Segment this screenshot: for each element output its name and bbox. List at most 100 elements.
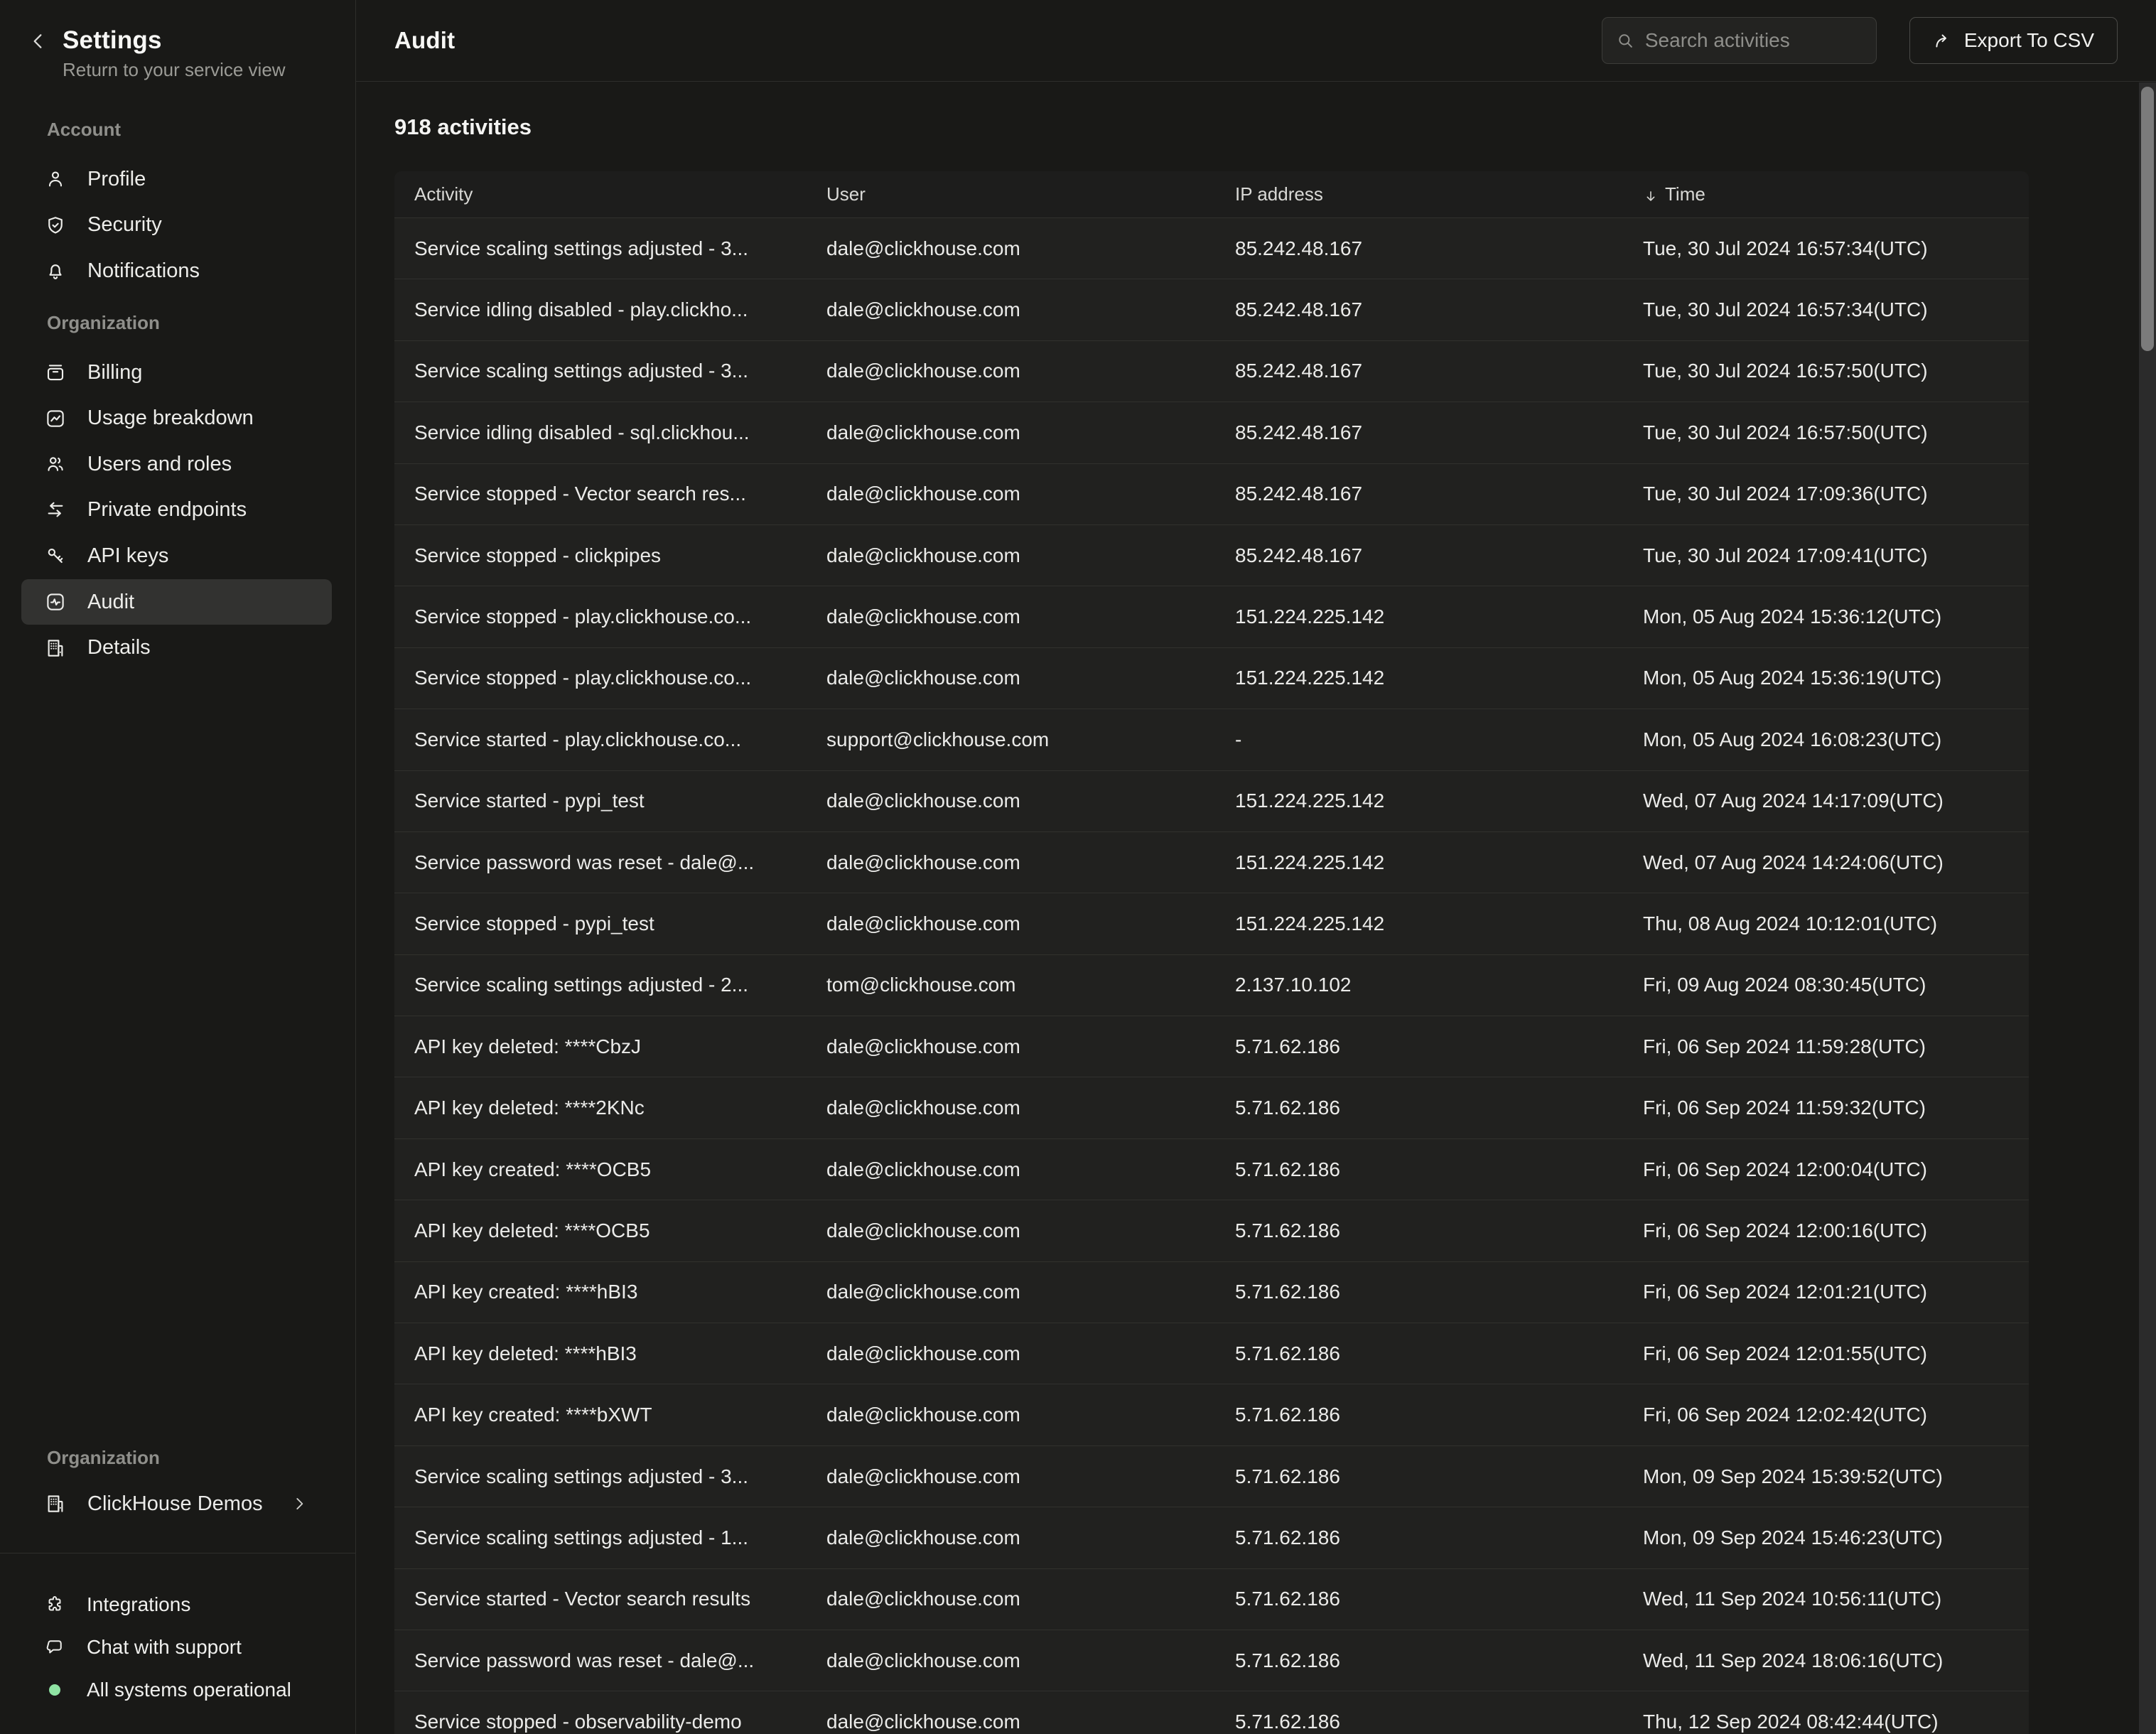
sidebar-item-private-endpoints[interactable]: Private endpoints: [21, 488, 332, 534]
search-box[interactable]: [1602, 17, 1877, 64]
sidebar-item-users-and-roles[interactable]: Users and roles: [21, 441, 332, 488]
column-header-time[interactable]: Time: [1623, 183, 2029, 205]
wallet-icon: [45, 362, 66, 383]
table-row: API key deleted: ****2KNcdale@clickhouse…: [394, 1077, 2029, 1138]
chart-icon: [45, 408, 66, 429]
cell-user: support@clickhouse.com: [807, 728, 1215, 751]
cell-ip-address: 5.71.62.186: [1215, 1404, 1623, 1426]
cell-time: Mon, 05 Aug 2024 15:36:19(UTC): [1623, 667, 2029, 689]
footer-item-integrations[interactable]: Integrations: [0, 1583, 355, 1626]
cell-activity: Service started - Vector search results: [394, 1588, 807, 1610]
puzzle-icon: [45, 1595, 65, 1615]
table-row: Service scaling settings adjusted - 3...…: [394, 1445, 2029, 1507]
sidebar-item-details[interactable]: Details: [21, 625, 332, 671]
cell-ip-address: 85.242.48.167: [1215, 298, 1623, 321]
column-header-ip-address[interactable]: IP address: [1215, 183, 1623, 205]
cell-activity: Service stopped - Vector search res...: [394, 483, 807, 505]
sidebar-section-organization: OrganizationBillingUsage breakdownUsers …: [0, 311, 355, 671]
cell-time: Thu, 12 Sep 2024 08:42:44(UTC): [1623, 1711, 2029, 1733]
cell-user: dale@clickhouse.com: [807, 851, 1215, 874]
search-input[interactable]: [1645, 29, 1863, 52]
cell-user: dale@clickhouse.com: [807, 1097, 1215, 1119]
cell-user: dale@clickhouse.com: [807, 1404, 1215, 1426]
cell-time: Mon, 09 Sep 2024 15:39:52(UTC): [1623, 1465, 2029, 1488]
table-row: Service password was reset - dale@...dal…: [394, 1630, 2029, 1691]
settings-subtitle[interactable]: Return to your service view: [63, 58, 286, 81]
cell-user: dale@clickhouse.com: [807, 1465, 1215, 1488]
footer-item-chat-with-support[interactable]: Chat with support: [0, 1626, 355, 1669]
column-header-label: User: [826, 183, 866, 205]
table-row: Service password was reset - dale@...dal…: [394, 831, 2029, 893]
table-row: API key deleted: ****OCB5dale@clickhouse…: [394, 1200, 2029, 1261]
topbar: Audit Export To CSV: [356, 0, 2156, 82]
column-header-user[interactable]: User: [807, 183, 1215, 205]
cell-activity: Service stopped - play.clickhouse.co...: [394, 605, 807, 628]
key-icon: [45, 545, 66, 566]
cell-activity: API key deleted: ****hBI3: [394, 1342, 807, 1365]
cell-user: dale@clickhouse.com: [807, 421, 1215, 444]
table-row: Service stopped - Vector search res...da…: [394, 463, 2029, 524]
main-area: Audit Export To CSV 918 activities Activ…: [356, 0, 2156, 1734]
cell-time: Tue, 30 Jul 2024 17:09:41(UTC): [1623, 544, 2029, 567]
back-chevron-icon[interactable]: [27, 30, 50, 53]
cell-user: dale@clickhouse.com: [807, 1588, 1215, 1610]
chat-icon: [45, 1637, 65, 1657]
content: 918 activities ActivityUserIP addressTim…: [356, 114, 2156, 1734]
sidebar-item-label: Security: [87, 213, 162, 237]
cell-time: Tue, 30 Jul 2024 16:57:50(UTC): [1623, 360, 2029, 382]
cell-time: Wed, 11 Sep 2024 10:56:11(UTC): [1623, 1588, 2029, 1610]
cell-time: Fri, 06 Sep 2024 12:02:42(UTC): [1623, 1404, 2029, 1426]
org-switcher[interactable]: ClickHouse Demos: [21, 1482, 332, 1525]
cell-activity: Service idling disabled - play.clickho..…: [394, 298, 807, 321]
sidebar-item-audit[interactable]: Audit: [21, 579, 332, 625]
table-row: Service idling disabled - play.clickho..…: [394, 279, 2029, 340]
cell-ip-address: 5.71.62.186: [1215, 1097, 1623, 1119]
cell-time: Wed, 07 Aug 2024 14:17:09(UTC): [1623, 790, 2029, 812]
section-label-account: Account: [47, 118, 355, 141]
cell-activity: Service stopped - pypi_test: [394, 912, 807, 935]
page-title: Audit: [394, 27, 455, 54]
org-name: ClickHouse Demos: [87, 1492, 263, 1516]
cell-user: dale@clickhouse.com: [807, 1035, 1215, 1058]
cell-time: Mon, 05 Aug 2024 15:36:12(UTC): [1623, 605, 2029, 628]
cell-ip-address: 5.71.62.186: [1215, 1158, 1623, 1181]
sidebar-item-api-keys[interactable]: API keys: [21, 533, 332, 579]
table-row: API key deleted: ****hBI3dale@clickhouse…: [394, 1323, 2029, 1384]
scrollbar-track[interactable]: [2139, 82, 2156, 1734]
cell-activity: API key created: ****OCB5: [394, 1158, 807, 1181]
cell-time: Tue, 30 Jul 2024 16:57:34(UTC): [1623, 298, 2029, 321]
table-row: Service stopped - pypi_testdale@clickhou…: [394, 893, 2029, 954]
footer-item-all-systems-operational[interactable]: All systems operational: [0, 1669, 355, 1711]
cell-user: dale@clickhouse.com: [807, 1342, 1215, 1365]
sidebar-item-usage-breakdown[interactable]: Usage breakdown: [21, 395, 332, 441]
sidebar-item-security[interactable]: Security: [21, 203, 332, 249]
cell-activity: Service password was reset - dale@...: [394, 851, 807, 874]
cell-time: Fri, 06 Sep 2024 12:01:55(UTC): [1623, 1342, 2029, 1365]
cell-ip-address: 5.71.62.186: [1215, 1649, 1623, 1672]
building-icon: [45, 1493, 66, 1514]
cell-activity: API key deleted: ****2KNc: [394, 1097, 807, 1119]
cell-time: Mon, 05 Aug 2024 16:08:23(UTC): [1623, 728, 2029, 751]
org-switcher-label: Organization: [47, 1446, 160, 1469]
footer-item-label: Chat with support: [87, 1636, 242, 1659]
table-row: Service stopped - clickpipesdale@clickho…: [394, 524, 2029, 586]
swap-icon: [45, 500, 66, 521]
user-icon: [45, 168, 66, 190]
table-row: Service idling disabled - sql.clickhou..…: [394, 402, 2029, 463]
table-header: Activity User IP addressTime: [394, 171, 2029, 217]
bell-icon: [45, 260, 66, 281]
export-csv-button[interactable]: Export To CSV: [1909, 17, 2118, 64]
sidebar-item-billing[interactable]: Billing: [21, 350, 332, 396]
column-header-activity[interactable]: Activity: [394, 183, 807, 205]
cell-activity: Service scaling settings adjusted - 2...: [394, 974, 807, 996]
cell-user: dale@clickhouse.com: [807, 1711, 1215, 1733]
sidebar-item-profile[interactable]: Profile: [21, 156, 332, 203]
scrollbar-thumb[interactable]: [2141, 87, 2154, 351]
cell-activity: Service started - pypi_test: [394, 790, 807, 812]
sidebar-item-notifications[interactable]: Notifications: [21, 248, 332, 294]
cell-user: dale@clickhouse.com: [807, 1219, 1215, 1242]
shield-icon: [45, 215, 66, 236]
cell-ip-address: 5.71.62.186: [1215, 1711, 1623, 1733]
table-row: Service scaling settings adjusted - 1...…: [394, 1507, 2029, 1568]
table-body: Service scaling settings adjusted - 3...…: [394, 217, 2029, 1734]
